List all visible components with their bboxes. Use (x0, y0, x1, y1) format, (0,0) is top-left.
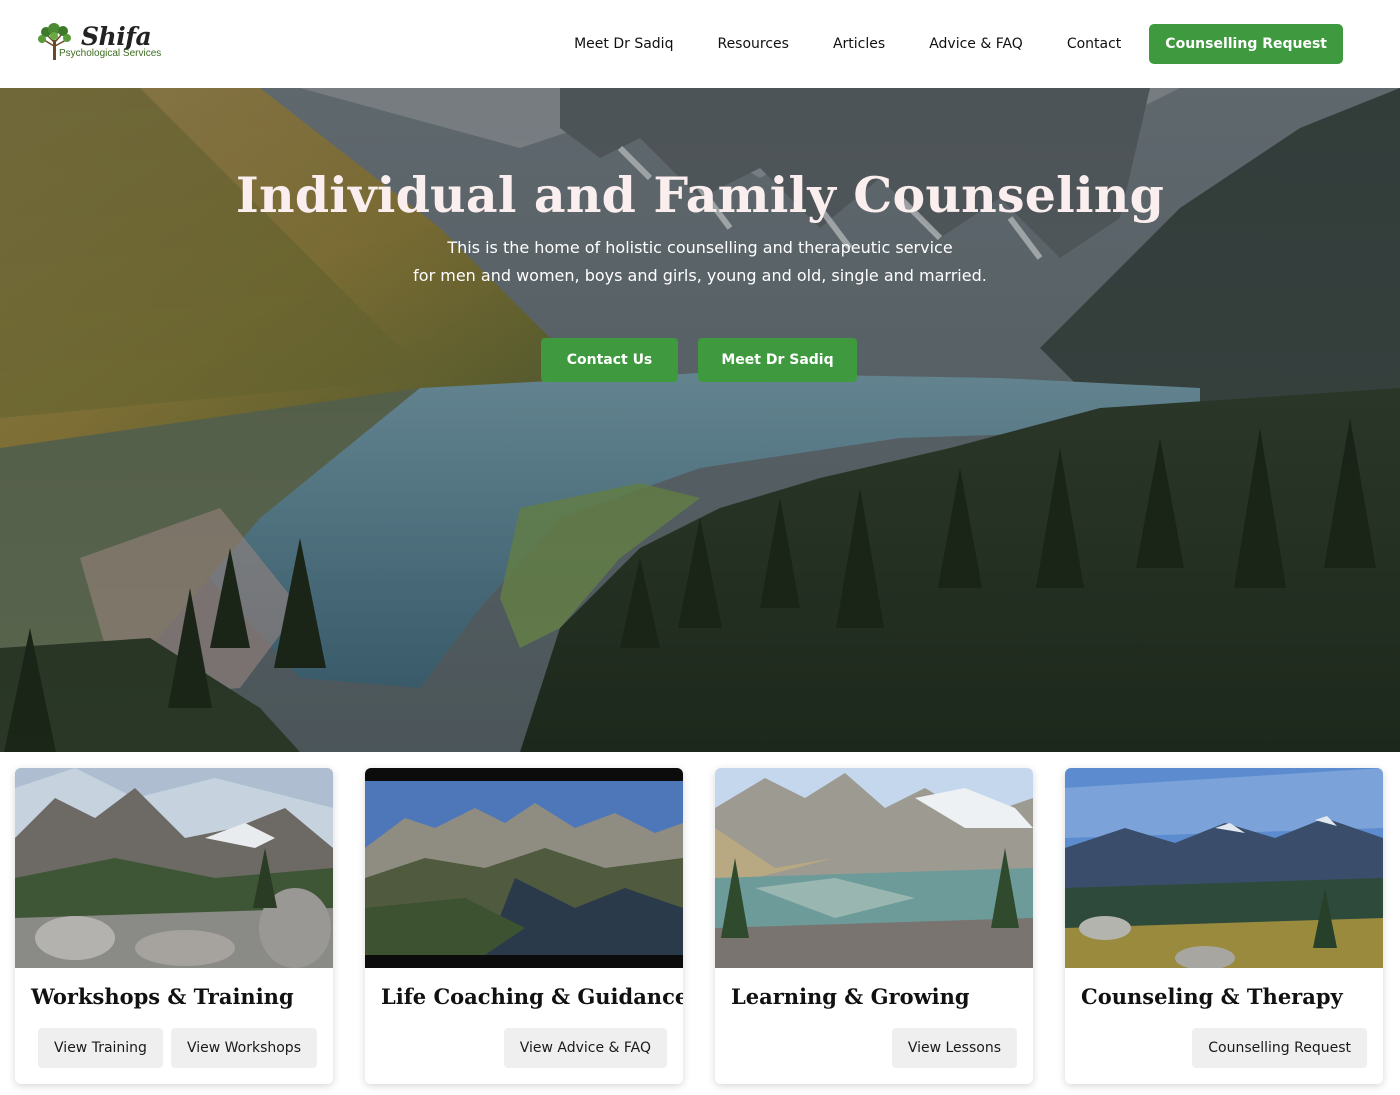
card-title: Learning & Growing (731, 984, 970, 1009)
card-life-coaching-guidance: Life Coaching & Guidance View Advice & F… (365, 768, 683, 1084)
card-title: Counseling & Therapy (1081, 984, 1343, 1009)
site-logo[interactable]: Shifa Psychological Services (34, 22, 174, 66)
counselling-request-card-button[interactable]: Counselling Request (1192, 1028, 1367, 1068)
card-image-mountain-range (365, 768, 683, 968)
view-workshops-button[interactable]: View Workshops (170, 1028, 317, 1068)
hero-subtitle-line-1: This is the home of holistic counselling… (447, 238, 953, 257)
card-title: Workshops & Training (31, 984, 294, 1009)
contact-us-button[interactable]: Contact Us (541, 338, 678, 382)
meet-dr-sadiq-button[interactable]: Meet Dr Sadiq (698, 338, 857, 382)
card-image-mountain-lake (715, 768, 1033, 968)
main-nav: Meet Dr Sadiq Resources Articles Advice … (530, 24, 1343, 64)
hero-title: Individual and Family Counseling (235, 166, 1165, 224)
hero-section: Individual and Family Counseling This is… (0, 88, 1400, 752)
nav-item-articles[interactable]: Articles (833, 36, 885, 52)
view-lessons-button[interactable]: View Lessons (891, 1028, 1017, 1068)
nav-item-meet-dr-sadiq[interactable]: Meet Dr Sadiq (574, 36, 673, 52)
card-image-alpine-vista (1065, 768, 1383, 968)
card-counseling-therapy: Counseling & Therapy Counselling Request (1065, 768, 1383, 1084)
view-training-button[interactable]: View Training (38, 1028, 163, 1068)
card-image-mountain-valley (15, 768, 333, 968)
site-header: Shifa Psychological Services Meet Dr Sad… (0, 0, 1400, 88)
view-advice-faq-button[interactable]: View Advice & FAQ (503, 1028, 667, 1068)
card-actions: View Lessons (884, 1028, 1017, 1068)
card-actions: Counselling Request (1184, 1028, 1367, 1068)
nav-item-advice-faq[interactable]: Advice & FAQ (929, 36, 1023, 52)
card-learning-growing: Learning & Growing View Lessons (715, 768, 1033, 1084)
card-actions: View Training View Workshops (30, 1028, 317, 1068)
card-title: Life Coaching & Guidance (381, 984, 683, 1009)
nav-item-resources[interactable]: Resources (717, 36, 789, 52)
nav-item-contact[interactable]: Contact (1067, 36, 1121, 52)
logo-subtitle: Psychological Services (59, 48, 162, 59)
card-workshops-training: Workshops & Training View Training View … (15, 768, 333, 1084)
logo-name: Shifa (81, 22, 152, 51)
counselling-request-button[interactable]: Counselling Request (1149, 24, 1343, 64)
card-actions: View Advice & FAQ (496, 1028, 667, 1068)
hero-subtitle-line-2: for men and women, boys and girls, young… (413, 266, 987, 285)
